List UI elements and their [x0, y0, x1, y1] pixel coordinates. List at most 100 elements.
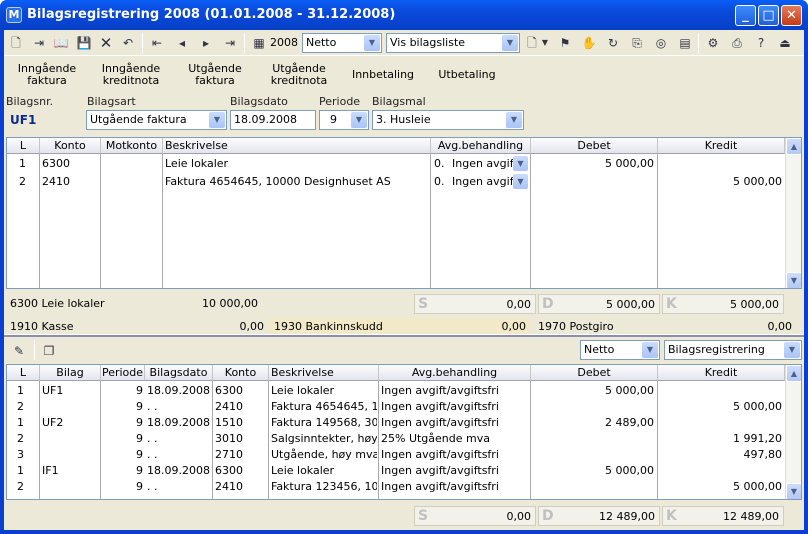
- cell-konto[interactable]: 2410: [42, 174, 70, 190]
- scroll-up-icon[interactable]: ▲: [786, 138, 801, 155]
- column-header[interactable]: Avg.behandling: [431, 138, 531, 154]
- chevron-down-icon[interactable]: ▼: [351, 112, 367, 128]
- bilagsart-value: Utgående faktura: [90, 113, 187, 126]
- calendar-icon[interactable]: ▦: [250, 34, 268, 52]
- cell-konto[interactable]: 6300: [42, 156, 70, 172]
- refresh-icon[interactable]: ↻: [604, 34, 622, 52]
- chevron-down-icon[interactable]: ▼: [540, 34, 550, 52]
- journal-view-value: Bilagsregistrering: [668, 343, 765, 356]
- insert-icon[interactable]: ⇥: [30, 34, 48, 52]
- window-title: Bilagsregistrering 2008 (01.01.2008 - 31…: [27, 7, 396, 22]
- year-label: 2008: [270, 36, 298, 49]
- next-icon[interactable]: ▸: [198, 34, 214, 52]
- task-payment-in[interactable]: Innbetaling: [348, 69, 418, 81]
- delete-icon[interactable]: ✕: [98, 34, 114, 52]
- first-icon[interactable]: ⇤: [149, 34, 165, 52]
- task-incoming-credit-note[interactable]: Inngående kreditnota: [96, 63, 166, 87]
- hand-icon[interactable]: ✋: [580, 34, 598, 52]
- cell-debet: [531, 447, 654, 463]
- undo-icon[interactable]: ↶: [120, 34, 136, 52]
- cell-beskrivelse[interactable]: Faktura 4654645, 10000 Designhuset AS: [165, 174, 427, 190]
- task-outgoing-credit-note[interactable]: Utgående kreditnota: [264, 63, 334, 87]
- chevron-down-icon[interactable]: ▼: [506, 112, 522, 128]
- cell-debet[interactable]: 5 000,00: [531, 156, 654, 172]
- bilagsart-select[interactable]: Utgående faktura ▼: [86, 110, 227, 130]
- chevron-down-icon[interactable]: ▼: [784, 342, 800, 358]
- new-icon[interactable]: 🗋: [8, 34, 24, 52]
- chevron-down-icon[interactable]: ▼: [513, 174, 528, 189]
- column-header[interactable]: Debet: [531, 365, 658, 381]
- journal-scrollbar[interactable]: ▲ ▼: [785, 365, 801, 499]
- amount-mode-select[interactable]: Netto ▼: [302, 33, 382, 53]
- current-account: 6300 Leie lokaler: [10, 297, 105, 310]
- journal-amount-select[interactable]: Netto ▼: [580, 340, 660, 360]
- page-icon[interactable]: 🗋: [524, 34, 540, 52]
- last-icon[interactable]: ⇥: [222, 34, 238, 52]
- cell-bilag: IF1: [42, 464, 59, 477]
- task-payment-out[interactable]: Utbetaling: [432, 69, 502, 81]
- task-incoming-invoice[interactable]: Inngående faktura: [12, 63, 82, 87]
- journal-grid[interactable]: L Bilag Periode Bilagsdato Konto Beskriv…: [6, 364, 802, 500]
- chevron-down-icon[interactable]: ▼: [364, 35, 380, 51]
- chevron-down-icon[interactable]: ▼: [502, 35, 518, 51]
- column-header[interactable]: L: [7, 365, 40, 381]
- column-header[interactable]: L: [7, 138, 40, 154]
- cell-debet: [531, 479, 654, 495]
- close-button[interactable]: ✕: [781, 5, 802, 26]
- edit-icon[interactable]: ✎: [10, 342, 28, 360]
- coins-icon[interactable]: ◎: [652, 34, 670, 52]
- maximize-button[interactable]: □: [758, 5, 779, 26]
- column-header[interactable]: Kredit: [658, 138, 785, 154]
- exit-icon[interactable]: ⏏: [776, 34, 794, 52]
- copy-icon[interactable]: ❐: [40, 342, 58, 360]
- scroll-down-icon[interactable]: ▼: [786, 483, 801, 499]
- cell-kredit: [658, 463, 782, 479]
- column-header[interactable]: Motkonto: [101, 138, 163, 154]
- attach-icon[interactable]: ⚑: [556, 34, 574, 52]
- report-icon[interactable]: ▤: [676, 34, 694, 52]
- column-header[interactable]: Konto: [213, 365, 269, 381]
- column-header[interactable]: Beskrivelse: [163, 138, 431, 154]
- column-header[interactable]: Konto: [40, 138, 101, 154]
- settings-icon[interactable]: ⚙: [704, 34, 722, 52]
- cell-debet[interactable]: [531, 174, 654, 190]
- chevron-down-icon[interactable]: ▼: [513, 156, 528, 171]
- column-header[interactable]: Bilag: [40, 365, 101, 381]
- bilagsmal-select[interactable]: 3. Husleie ▼: [372, 110, 524, 130]
- total-s-box: S 0,00: [414, 506, 536, 526]
- column-header[interactable]: Avg.behandling: [379, 365, 531, 381]
- scroll-down-icon[interactable]: ▼: [786, 272, 801, 288]
- chevron-down-icon[interactable]: ▼: [642, 342, 658, 358]
- column-header[interactable]: Beskrivelse: [269, 365, 379, 381]
- column-header[interactable]: Kredit: [658, 365, 785, 381]
- scroll-up-icon[interactable]: ▲: [786, 365, 801, 382]
- cell-dato: . .: [147, 480, 158, 493]
- prev-icon[interactable]: ◂: [174, 34, 190, 52]
- title-bar[interactable]: M Bilagsregistrering 2008 (01.01.2008 - …: [0, 0, 808, 30]
- minimize-button[interactable]: _: [735, 5, 756, 26]
- entry-grid[interactable]: L Konto Motkonto Beskrivelse Avg.behandl…: [6, 137, 802, 289]
- splitter[interactable]: [4, 334, 804, 337]
- save-icon[interactable]: 💾: [76, 34, 92, 52]
- book-icon[interactable]: 📖: [52, 34, 70, 52]
- avg-select[interactable]: Ingen avgift/ ▼: [451, 174, 529, 190]
- client-area: 🗋 ⇥ 📖 💾 ✕ ↶ ⇤ ◂ ▸ ⇥ ▦ 2008 Netto ▼ Vis b…: [4, 30, 804, 530]
- cell-beskrivelse[interactable]: Leie lokaler: [165, 156, 427, 172]
- cell-kredit[interactable]: 5 000,00: [658, 174, 782, 190]
- journal-view-select[interactable]: Bilagsregistrering ▼: [664, 340, 802, 360]
- chevron-down-icon[interactable]: ▼: [209, 112, 225, 128]
- periode-select[interactable]: 9 ▼: [319, 110, 369, 130]
- help-icon[interactable]: ?: [752, 34, 770, 52]
- avg-select[interactable]: Ingen avgift/ ▼: [451, 156, 529, 172]
- print-icon[interactable]: ⎙: [728, 34, 746, 52]
- export-icon[interactable]: ⎘: [628, 34, 646, 52]
- column-header[interactable]: Bilagsdato: [145, 365, 213, 381]
- column-header[interactable]: Debet: [531, 138, 658, 154]
- bilagsdato-field[interactable]: 18.09.2008: [230, 110, 316, 130]
- task-label: faktura: [27, 74, 67, 87]
- cell-kredit[interactable]: [658, 156, 782, 172]
- task-outgoing-invoice[interactable]: Utgående faktura: [180, 63, 250, 87]
- view-mode-select[interactable]: Vis bilagsliste ▼: [386, 33, 520, 53]
- entry-scrollbar[interactable]: ▲ ▼: [785, 138, 801, 288]
- column-header[interactable]: Periode: [101, 365, 145, 381]
